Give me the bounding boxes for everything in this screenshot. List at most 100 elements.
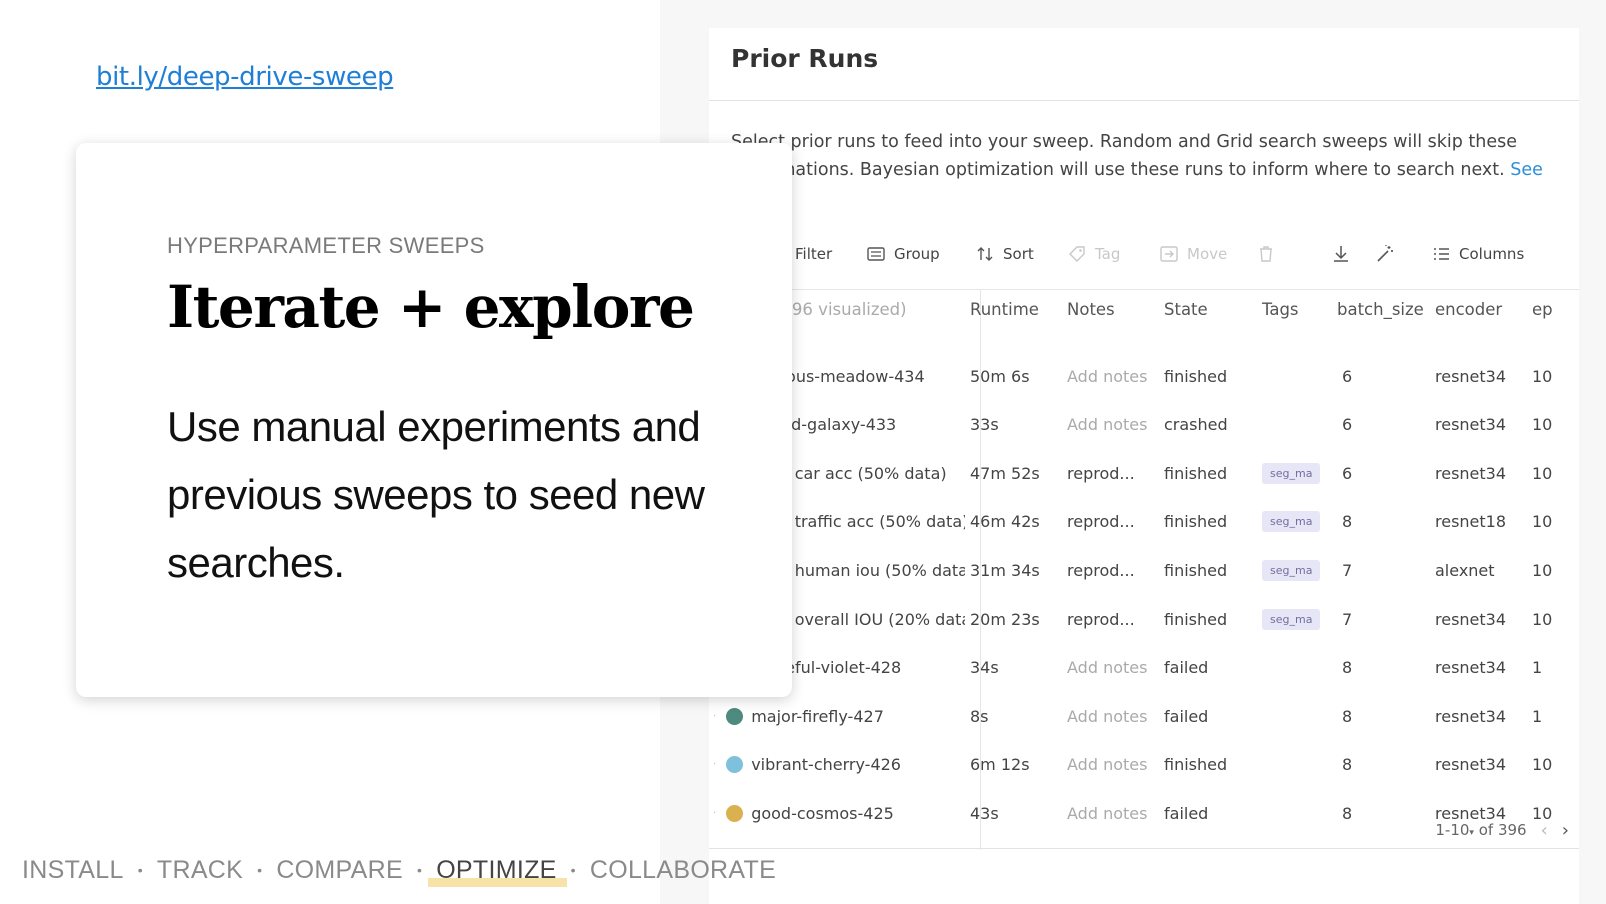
panel-divider	[709, 100, 1579, 101]
cell-notes[interactable]: Add notes	[1067, 644, 1157, 692]
table-row[interactable]: rious-meadow-434 50m 6s Add notes finished 6…	[709, 352, 1579, 400]
chevron-right-icon[interactable]: ›	[1562, 820, 1569, 841]
table-row[interactable]: st human iou (50% data 31m 34s reprod... fi…	[709, 546, 1579, 594]
run-color-dot	[726, 707, 744, 725]
delete-button[interactable]	[1256, 236, 1276, 272]
filter-label: Filter	[795, 245, 833, 263]
cell-encoder: resnet34	[1435, 706, 1507, 726]
col-header-notes[interactable]: Notes	[1067, 300, 1115, 319]
nav-item-track[interactable]: TRACK	[157, 856, 243, 885]
cell-batch-size: 6	[1342, 463, 1353, 483]
cell-tag	[1262, 352, 1322, 400]
row-handle-icon[interactable]: ·	[713, 759, 716, 770]
tag-button[interactable]: Tag	[1067, 236, 1120, 272]
cell-notes[interactable]: Add notes	[1067, 789, 1157, 837]
tag-badge[interactable]: seg_ma	[1262, 511, 1321, 533]
card-headline: Iterate + explore	[167, 273, 695, 341]
panel-description: Select prior runs to feed into your swee…	[731, 128, 1551, 212]
cell-notes[interactable]: reprod...	[1067, 449, 1157, 497]
nav-separator: •	[137, 862, 143, 878]
cell-state: finished	[1164, 463, 1228, 483]
cell-name: st overall IOU (20% data	[775, 609, 965, 629]
cell-name: st human iou (50% data	[775, 560, 965, 580]
trash-icon	[1260, 246, 1272, 262]
cell-batch-size: 6	[1342, 366, 1353, 386]
cell-tag	[1262, 401, 1322, 449]
table-row[interactable]: · major-firefly-427 8s Add notes failed 8 resn…	[709, 692, 1579, 740]
run-name[interactable]: good-cosmos-425	[751, 804, 894, 823]
col-header-name[interactable]: (396 visualized)	[775, 300, 907, 319]
cell-encoder: resnet34	[1435, 415, 1507, 435]
col-header-state[interactable]: State	[1164, 300, 1208, 319]
tag-badge[interactable]: seg_ma	[1262, 608, 1321, 630]
nav-item-collaborate[interactable]: COLLABORATE	[590, 856, 776, 885]
page-range-select[interactable]: 1-10▾ of 396	[1435, 821, 1526, 839]
nav-item-compare[interactable]: COMPARE	[276, 856, 403, 885]
chevron-down-icon: ▾	[1469, 828, 1474, 838]
group-icon	[867, 247, 885, 261]
table-toolbar: Filter Group Sort Tag Move Columns	[709, 236, 1579, 272]
cell-extra: 10	[1532, 755, 1553, 775]
download-icon	[1334, 246, 1348, 262]
cell-notes[interactable]: reprod...	[1067, 498, 1157, 546]
sort-button[interactable]: Sort	[975, 236, 1034, 272]
download-button[interactable]	[1331, 236, 1351, 272]
group-button[interactable]: Group	[866, 236, 940, 272]
cell-notes[interactable]: Add notes	[1067, 352, 1157, 400]
nav-separator: •	[570, 862, 576, 878]
table-row[interactable]: st car acc (50% data) 47m 52s reprod... fin…	[709, 449, 1579, 497]
magic-button[interactable]	[1375, 236, 1395, 272]
table-row[interactable]: st traffic acc (50% data) 46m 42s reprod..…	[709, 498, 1579, 546]
cell-batch-size: 8	[1342, 803, 1353, 823]
cell-runtime: 46m 42s	[970, 512, 1040, 532]
cell-extra: 10	[1532, 560, 1553, 580]
card-eyebrow: HYPERPARAMETER SWEEPS	[167, 233, 485, 258]
cell-tag: seg_ma	[1262, 498, 1322, 546]
tag-badge[interactable]: seg_ma	[1262, 462, 1321, 484]
cell-extra: 10	[1532, 463, 1553, 483]
tag-badge[interactable]: seg_ma	[1262, 559, 1321, 581]
cell-tag: seg_ma	[1262, 449, 1322, 497]
table-row[interactable]: peful-violet-428 34s Add notes failed 8 resne…	[709, 644, 1579, 692]
cell-state: failed	[1164, 658, 1209, 678]
sweep-link[interactable]: bit.ly/deep-drive-sweep	[96, 62, 394, 92]
cell-notes[interactable]: Add notes	[1067, 741, 1157, 789]
col-header-encoder[interactable]: encoder	[1435, 300, 1502, 319]
cell-state: finished	[1164, 755, 1228, 775]
table-row[interactable]: · vibrant-cherry-426 6m 12s Add notes finish…	[709, 741, 1579, 789]
table-row[interactable]: ted-galaxy-433 33s Add notes crashed 6 resnet…	[709, 401, 1579, 449]
cell-notes[interactable]: reprod...	[1067, 595, 1157, 643]
cell-extra: 1	[1532, 706, 1543, 726]
cell-runtime: 33s	[970, 415, 999, 435]
columns-button[interactable]: Columns	[1431, 236, 1524, 272]
cell-encoder: resnet34	[1435, 366, 1507, 386]
nav-item-optimize[interactable]: OPTIMIZE	[428, 856, 568, 887]
nav-item-install[interactable]: INSTALL	[22, 856, 124, 885]
cell-name: · good-cosmos-425	[713, 789, 965, 837]
col-header-tags[interactable]: Tags	[1262, 300, 1299, 319]
run-name[interactable]: vibrant-cherry-426	[751, 755, 901, 774]
row-handle-icon[interactable]: ·	[713, 711, 716, 722]
cell-notes[interactable]: Add notes	[1067, 401, 1157, 449]
move-icon	[1160, 246, 1178, 262]
cell-tag: seg_ma	[1262, 546, 1322, 594]
run-name[interactable]: major-firefly-427	[751, 707, 884, 726]
chevron-left-icon[interactable]: ‹	[1541, 820, 1548, 841]
table-row[interactable]: st overall IOU (20% data 20m 23s reprod...…	[709, 595, 1579, 643]
columns-icon	[1434, 248, 1449, 260]
col-header-batch-size[interactable]: batch_size	[1337, 300, 1424, 319]
cell-encoder: resnet34	[1435, 755, 1507, 775]
cell-tag: seg_ma	[1262, 595, 1322, 643]
cell-batch-size: 8	[1342, 512, 1353, 532]
col-header-extra[interactable]: ep	[1532, 300, 1553, 319]
move-button[interactable]: Move	[1159, 236, 1227, 272]
page-total: of 396	[1478, 821, 1527, 839]
cell-notes[interactable]: reprod...	[1067, 546, 1157, 594]
col-header-runtime[interactable]: Runtime	[970, 300, 1039, 319]
cell-runtime: 8s	[970, 706, 989, 726]
sort-label: Sort	[1003, 245, 1034, 263]
cell-batch-size: 8	[1342, 755, 1353, 775]
row-handle-icon[interactable]: ·	[713, 808, 716, 819]
cell-notes[interactable]: Add notes	[1067, 692, 1157, 740]
section-nav: INSTALL • TRACK • COMPARE • OPTIMIZE • COLLABORA…	[22, 852, 776, 888]
